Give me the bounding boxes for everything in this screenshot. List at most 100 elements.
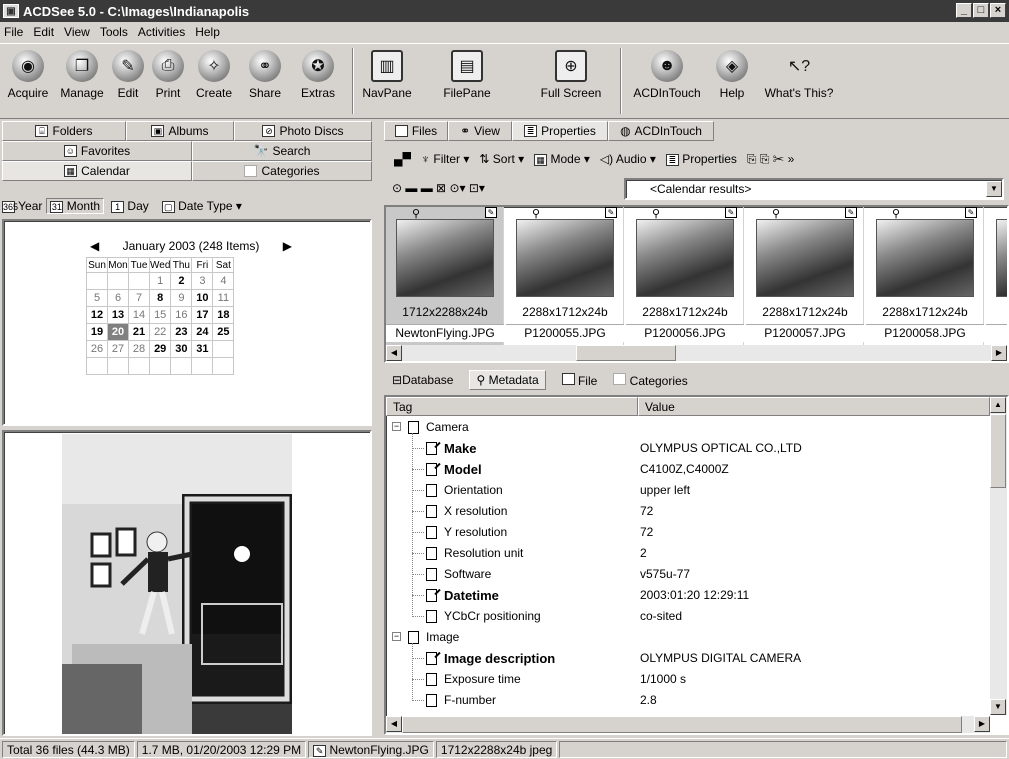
metadata-row[interactable]: Exposure time 1/1000 s bbox=[386, 669, 992, 690]
calendar-day[interactable]: 27 bbox=[107, 340, 129, 358]
edit-button[interactable]: ✎ Edit bbox=[108, 50, 148, 100]
vscroll-thumb[interactable] bbox=[990, 414, 1006, 488]
col-value-header[interactable]: Value bbox=[638, 397, 990, 416]
tab-folders[interactable]: ⌸ Folders bbox=[2, 121, 126, 141]
scroll-right-icon[interactable]: ▶ bbox=[991, 345, 1007, 361]
calendar-day[interactable]: 11 bbox=[212, 289, 235, 307]
properties-button[interactable]: ≣ Properties bbox=[665, 152, 737, 166]
whats-this-button[interactable]: ↖? What's This? bbox=[754, 50, 844, 100]
calendar-day[interactable]: 19 bbox=[86, 323, 108, 341]
navpane-button[interactable]: ▥ NavPane bbox=[356, 50, 418, 100]
collapse-icon[interactable]: − bbox=[392, 632, 401, 641]
tab-calendar[interactable]: ▦ Calendar bbox=[2, 161, 192, 181]
thumbnail-item[interactable]: ⚲✎22P bbox=[986, 207, 1007, 347]
calendar-day[interactable]: 6 bbox=[107, 289, 129, 307]
sort-button[interactable]: ⇅ Sort ▾ bbox=[479, 152, 524, 166]
calendar-day[interactable]: 15 bbox=[148, 306, 172, 324]
calendar-day[interactable]: 8 bbox=[148, 289, 172, 307]
nav-tools-icon[interactable]: ⊙ ▬ ▬ ⊠ ⊙▾ ⊡▾ bbox=[392, 181, 485, 195]
calendar-day[interactable]: 10 bbox=[191, 289, 214, 307]
calendar-day[interactable]: 9 bbox=[170, 289, 193, 307]
metadata-row[interactable]: YCbCr positioning co-sited bbox=[386, 606, 992, 627]
calendar-day[interactable]: 5 bbox=[86, 289, 108, 307]
metadata-vscroll[interactable]: ▲ ▼ bbox=[990, 397, 1007, 715]
scroll-thumb[interactable] bbox=[576, 345, 676, 361]
prev-month-icon[interactable]: ◀ bbox=[90, 239, 99, 253]
metadata-row[interactable]: Datetime 2003:01:20 12:29:11 bbox=[386, 585, 992, 606]
metadata-hscroll[interactable]: ◀ ▶ bbox=[386, 716, 990, 733]
tools-icon[interactable]: ▄▀ bbox=[394, 152, 411, 166]
print-button[interactable]: ⎙ Print bbox=[148, 50, 188, 100]
calendar-day[interactable]: 4 bbox=[212, 272, 235, 290]
scroll-down-icon[interactable]: ▼ bbox=[990, 699, 1006, 715]
tab-albums[interactable]: ▣ Albums bbox=[126, 121, 234, 141]
thumbnail-scrollbar[interactable]: ◀ ▶ bbox=[386, 345, 1007, 361]
calendar-day[interactable]: 26 bbox=[86, 340, 108, 358]
hscroll-thumb[interactable] bbox=[402, 716, 962, 733]
day-button[interactable]: 1 Day bbox=[108, 199, 152, 213]
tab-properties[interactable]: ≣ Properties bbox=[512, 121, 608, 141]
calendar-day[interactable]: 18 bbox=[212, 306, 235, 324]
acquire-button[interactable]: ◉ Acquire bbox=[2, 50, 54, 100]
calendar-day[interactable]: 13 bbox=[107, 306, 129, 324]
thumbnail-item[interactable]: ⚲ ✎ 1712x2288x24b NewtonFlying.JPG bbox=[386, 207, 504, 347]
metadata-group[interactable]: − Camera bbox=[386, 417, 992, 438]
metadata-row[interactable]: Make OLYMPUS OPTICAL CO.,LTD bbox=[386, 438, 992, 459]
scroll-left-icon[interactable]: ◀ bbox=[386, 345, 402, 361]
calendar-day[interactable]: 30 bbox=[170, 340, 193, 358]
manage-button[interactable]: ❐ Manage bbox=[56, 50, 108, 100]
tab-files[interactable]: Files bbox=[384, 121, 448, 141]
calendar-day[interactable]: 7 bbox=[128, 289, 150, 307]
more-tools-icon[interactable]: ⎘ ⎘ ✂ » bbox=[747, 152, 794, 167]
tab-view[interactable]: ⚭ View bbox=[448, 121, 512, 141]
calendar-day[interactable]: 3 bbox=[191, 272, 214, 290]
calendar-day[interactable]: 25 bbox=[212, 323, 235, 341]
calendar-day[interactable]: 12 bbox=[86, 306, 108, 324]
date-type-button[interactable]: ▢ Date Type ▾ bbox=[161, 199, 242, 213]
menu-help[interactable]: Help bbox=[195, 25, 220, 39]
close-button[interactable]: × bbox=[990, 3, 1006, 18]
tab-acdintouch[interactable]: ◍ ACDInTouch bbox=[608, 121, 714, 141]
hscroll-right-icon[interactable]: ▶ bbox=[974, 716, 990, 732]
chevron-down-icon[interactable]: ▼ bbox=[986, 181, 1002, 197]
filter-button[interactable]: ♆ Filter ▾ bbox=[421, 152, 469, 166]
year-button[interactable]: 365 Year bbox=[2, 199, 42, 213]
tab-file[interactable]: File bbox=[561, 372, 597, 388]
thumbnail-item[interactable]: ⚲ ✎ 2288x1712x24b P1200055.JPG bbox=[506, 207, 624, 347]
menu-edit[interactable]: Edit bbox=[33, 25, 54, 39]
calendar-day[interactable]: 31 bbox=[191, 340, 214, 358]
tab-search[interactable]: 🔭 Search bbox=[192, 141, 372, 161]
menu-file[interactable]: File bbox=[4, 25, 23, 39]
metadata-row[interactable]: Orientation upper left bbox=[386, 480, 992, 501]
tab-categories-props[interactable]: Categories bbox=[613, 372, 688, 388]
thumbnail-item[interactable]: ⚲ ✎ 2288x1712x24b P1200058.JPG bbox=[866, 207, 984, 347]
scroll-up-icon[interactable]: ▲ bbox=[990, 397, 1006, 413]
extras-button[interactable]: ✪ Extras bbox=[292, 50, 344, 100]
help-button[interactable]: ◈ Help bbox=[712, 50, 752, 100]
menu-tools[interactable]: Tools bbox=[100, 25, 128, 39]
location-dropdown[interactable]: <Calendar results> ▼ bbox=[624, 178, 1004, 200]
tab-database[interactable]: ⊟Database bbox=[392, 373, 453, 387]
next-month-icon[interactable]: ▶ bbox=[283, 239, 292, 253]
calendar-day[interactable]: 14 bbox=[128, 306, 150, 324]
tab-photo-discs[interactable]: ⊘ Photo Discs bbox=[234, 121, 372, 141]
acdintouch-button[interactable]: ☻ ACDInTouch bbox=[624, 50, 710, 100]
mode-button[interactable]: ▦ Mode ▾ bbox=[534, 152, 590, 166]
calendar-day[interactable]: 17 bbox=[191, 306, 214, 324]
metadata-row[interactable]: Resolution unit 2 bbox=[386, 543, 992, 564]
create-button[interactable]: ✧ Create bbox=[188, 50, 240, 100]
menu-activities[interactable]: Activities bbox=[138, 25, 185, 39]
tab-categories[interactable]: Categories bbox=[192, 161, 372, 181]
tab-favorites[interactable]: ☺ Favorites bbox=[2, 141, 192, 161]
hscroll-left-icon[interactable]: ◀ bbox=[386, 716, 402, 732]
calendar-day[interactable]: 28 bbox=[128, 340, 150, 358]
metadata-group[interactable]: − Image bbox=[386, 627, 992, 648]
month-button[interactable]: 31 Month bbox=[46, 198, 105, 214]
metadata-row[interactable]: Model C4100Z,C4000Z bbox=[386, 459, 992, 480]
audio-button[interactable]: ◁) Audio ▾ bbox=[600, 152, 656, 166]
menu-view[interactable]: View bbox=[64, 25, 90, 39]
calendar-day[interactable]: 29 bbox=[148, 340, 172, 358]
maximize-button[interactable]: □ bbox=[973, 3, 989, 18]
thumbnail-item[interactable]: ⚲ ✎ 2288x1712x24b P1200057.JPG bbox=[746, 207, 864, 347]
metadata-row[interactable]: X resolution 72 bbox=[386, 501, 992, 522]
